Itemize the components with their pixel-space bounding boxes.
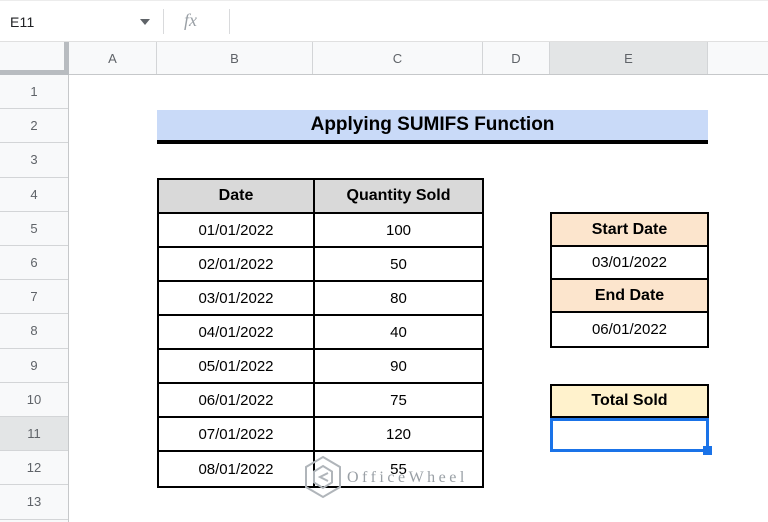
data-table: Date Quantity Sold 01/01/2022 100 02/01/2022… <box>157 178 484 488</box>
table-row: 03/01/2022 80 <box>159 282 482 316</box>
row-header-13[interactable]: 13 <box>0 485 68 520</box>
column-header-A[interactable]: A <box>69 42 157 74</box>
column-headers: ABCDE <box>0 42 768 75</box>
name-box[interactable]: E11 <box>10 1 34 42</box>
criteria-panel: Start Date 03/01/2022 End Date 06/01/202… <box>550 212 709 348</box>
quantity-cell[interactable]: 80 <box>315 282 482 316</box>
row-header-3[interactable]: 3 <box>0 143 68 178</box>
start-date-header-cell[interactable]: Start Date <box>552 214 707 247</box>
table-header-cell[interactable]: Date <box>159 180 315 214</box>
row-header-1[interactable]: 1 <box>0 75 68 110</box>
quantity-cell[interactable]: 55 <box>315 452 482 486</box>
worksheet-title-cell[interactable]: Applying SUMIFS Function <box>157 110 708 144</box>
table-row: 02/01/2022 50 <box>159 248 482 282</box>
fill-handle[interactable] <box>703 446 712 455</box>
row-headers: 1 2 3 4 5 6 7 8 9 10 11 12 13 <box>0 75 69 522</box>
row-header-4[interactable]: 4 <box>0 178 68 212</box>
column-header-E[interactable]: E <box>550 42 708 74</box>
total-sold-header-cell[interactable]: Total Sold <box>550 384 709 418</box>
quantity-cell[interactable]: 50 <box>315 248 482 282</box>
table-row: 05/01/2022 90 <box>159 350 482 384</box>
quantity-cell[interactable]: 100 <box>315 214 482 248</box>
date-cell[interactable]: 07/01/2022 <box>159 418 315 452</box>
row-header-10[interactable]: 10 <box>0 383 68 417</box>
date-cell[interactable]: 04/01/2022 <box>159 316 315 350</box>
end-date-header-cell[interactable]: End Date <box>552 280 707 313</box>
quantity-cell[interactable]: 90 <box>315 350 482 384</box>
formula-bar-input[interactable] <box>240 1 760 42</box>
table-row: 06/01/2022 75 <box>159 384 482 418</box>
table-row: 07/01/2022 120 <box>159 418 482 452</box>
row-header-6[interactable]: 6 <box>0 246 68 281</box>
date-cell[interactable]: 06/01/2022 <box>159 384 315 418</box>
column-header-B[interactable]: B <box>157 42 313 74</box>
toolbar-divider <box>229 9 230 34</box>
row-header-12[interactable]: 12 <box>0 451 68 486</box>
formula-toolbar: E11 fx <box>0 0 768 42</box>
select-all-corner[interactable] <box>0 42 69 75</box>
quantity-cell[interactable]: 75 <box>315 384 482 418</box>
quantity-cell[interactable]: 40 <box>315 316 482 350</box>
row-header-7[interactable]: 7 <box>0 280 68 315</box>
table-header-cell[interactable]: Quantity Sold <box>315 180 482 214</box>
start-date-value-cell[interactable]: 03/01/2022 <box>552 247 707 280</box>
row-header-5[interactable]: 5 <box>0 212 68 246</box>
column-header-C[interactable]: C <box>313 42 483 74</box>
row-header-11[interactable]: 11 <box>0 417 68 452</box>
name-box-value: E11 <box>10 13 35 30</box>
selected-cell-e11[interactable] <box>550 418 712 455</box>
row-header-9[interactable]: 9 <box>0 349 68 383</box>
name-box-dropdown-icon[interactable] <box>140 19 150 25</box>
date-cell[interactable]: 08/01/2022 <box>159 452 315 486</box>
column-header-extra[interactable] <box>708 42 768 74</box>
worksheet-title: Applying SUMIFS Function <box>310 114 555 135</box>
row-header-2[interactable]: 2 <box>0 109 68 144</box>
date-cell[interactable]: 01/01/2022 <box>159 214 315 248</box>
toolbar-divider <box>163 9 164 34</box>
date-cell[interactable]: 05/01/2022 <box>159 350 315 384</box>
table-header-row: Date Quantity Sold <box>159 180 482 214</box>
end-date-value-cell[interactable]: 06/01/2022 <box>552 313 707 346</box>
column-header-D[interactable]: D <box>483 42 550 74</box>
fx-icon: fx <box>184 10 197 30</box>
table-row: 04/01/2022 40 <box>159 316 482 350</box>
spreadsheet-app: E11 fx ABCDE 1 2 3 4 5 6 7 8 9 10 11 12 13 Applying … <box>0 0 768 522</box>
table-row: 08/01/2022 55 <box>159 452 482 486</box>
quantity-cell[interactable]: 120 <box>315 418 482 452</box>
date-cell[interactable]: 02/01/2022 <box>159 248 315 282</box>
row-header-8[interactable]: 8 <box>0 314 68 349</box>
date-cell[interactable]: 03/01/2022 <box>159 282 315 316</box>
table-row: 01/01/2022 100 <box>159 214 482 248</box>
